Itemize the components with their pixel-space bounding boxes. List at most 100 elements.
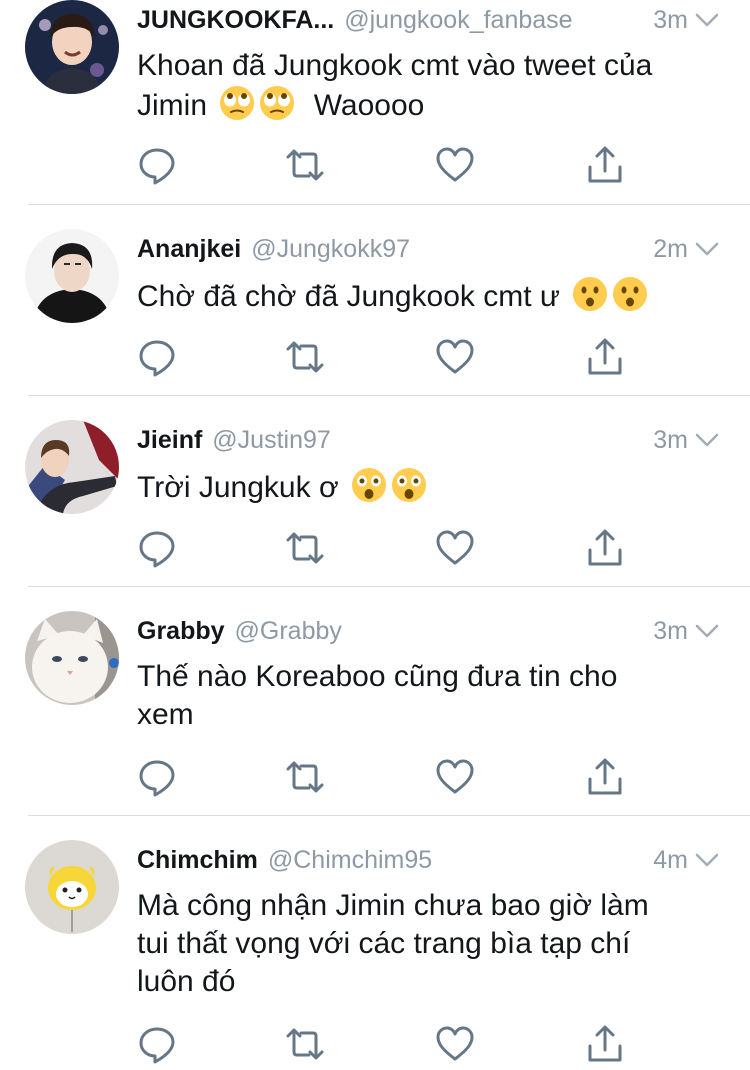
eye-roll-emoji-icon [220,86,255,120]
chevron-down-icon[interactable] [694,847,720,873]
like-button[interactable] [435,1024,475,1064]
tweet-text: Thế nào Koreaboo cũng đưa tin cho xem [137,658,717,734]
astonished-face-emoji-icon [351,468,386,502]
tweet-text: Trời Jungkuk ơ [137,467,717,507]
tweet-1[interactable]: JUNGKOOKFA... @jungkook_fanbase 3m Khoan… [0,0,750,205]
share-icon [588,529,622,566]
display-name[interactable]: Ananjkei [137,235,241,264]
tweet-5[interactable]: Chimchim @Chimchim95 4m Mà công nhận Jim… [0,840,750,1070]
tweet-text-line: Chờ đã chờ đã Jungkook cmt ư [137,276,717,316]
tweet-header: Chimchim @Chimchim95 4m [137,840,720,880]
tweet-actions [137,337,637,377]
avatar-grabby[interactable] [25,611,119,705]
tweet-4[interactable]: Grabby @Grabby 3m Thế nào Koreaboo cũng … [0,611,750,816]
tweet-2[interactable]: Ananjkei @Jungkokk97 2m Chờ đã chờ đã Ju… [0,229,750,395]
tweet-divider [28,395,750,396]
like-button[interactable] [435,337,475,377]
display-name[interactable]: JUNGKOOKFA... [137,6,334,35]
avatar-chimchim[interactable] [25,840,119,934]
reply-button[interactable] [137,1024,177,1064]
tweet-header: JUNGKOOKFA... @jungkook_fanbase 3m [137,0,720,40]
reply-button[interactable] [137,337,177,377]
tweet-text: Chờ đã chờ đã Jungkook cmt ư [137,276,717,316]
avatar-jieinf[interactable] [25,420,119,514]
timestamp[interactable]: 4m [653,846,688,875]
tweet-divider [28,815,750,816]
like-button[interactable] [435,145,475,185]
heart-icon [436,339,474,374]
reply-icon [139,1027,175,1064]
retweet-button[interactable] [285,337,325,377]
chevron-down-icon[interactable] [694,618,720,644]
timestamp[interactable]: 2m [653,235,688,264]
user-handle[interactable]: @Grabby [235,617,646,646]
share-button[interactable] [585,528,625,568]
reply-icon [139,148,175,185]
retweet-button[interactable] [285,145,325,185]
tweet-text: Mà công nhận Jimin chưa bao giờ làm tui … [137,887,717,1001]
retweet-button[interactable] [285,528,325,568]
display-name[interactable]: Grabby [137,617,225,646]
reply-button[interactable] [137,145,177,185]
tweet-text-fragment: Jimin [137,89,208,122]
tweet-text-line: Thế nào Koreaboo cũng đưa tin cho [137,660,618,693]
heart-icon [436,147,474,182]
display-name[interactable]: Chimchim [137,846,258,875]
heart-icon [436,759,474,794]
chevron-down-icon[interactable] [694,236,720,262]
share-icon [588,758,622,795]
user-handle[interactable]: @Justin97 [212,426,645,455]
chevron-down-icon[interactable] [694,7,720,33]
jungkook-avatar-icon [25,0,119,94]
heart-icon [436,530,474,565]
tweet-actions [137,528,637,568]
pointing-boy-avatar-icon [25,420,119,514]
tweet-text-fragment: Waoooo [313,89,425,122]
timestamp[interactable]: 3m [653,426,688,455]
share-button[interactable] [585,757,625,797]
tweet-3[interactable]: Jieinf @Justin97 3m Trời Jungkuk ơ [0,420,750,586]
tweet-actions [137,145,637,185]
reply-icon [139,531,175,568]
white-cat-avatar-icon [25,611,119,705]
hushed-face-emoji-icon [573,277,608,311]
chevron-down-icon[interactable] [694,427,720,453]
share-button[interactable] [585,1024,625,1064]
tweet-text-line: Mà công nhận Jimin chưa bao giờ làm [137,889,649,922]
reply-button[interactable] [137,528,177,568]
tweet-divider [28,586,750,587]
tweet-text-fragment: Trời Jungkuk ơ [137,471,339,504]
like-button[interactable] [435,757,475,797]
retweet-icon [286,532,324,564]
user-handle[interactable]: @jungkook_fanbase [344,6,645,35]
tweet-header: Jieinf @Justin97 3m [137,420,720,460]
user-handle[interactable]: @Jungkokk97 [251,235,645,264]
hushed-face-emoji-icon [613,277,648,311]
tweet-text-line: luôn đó [137,965,236,998]
tweet-header: Grabby @Grabby 3m [137,611,720,651]
display-name[interactable]: Jieinf [137,426,202,455]
user-handle[interactable]: @Chimchim95 [268,846,645,875]
share-icon [588,338,622,375]
timestamp[interactable]: 3m [653,6,688,35]
share-icon [588,146,622,183]
retweet-button[interactable] [285,757,325,797]
avatar-jungkook-fanbase[interactable] [25,0,119,94]
tweet-text-line: Trời Jungkuk ơ [137,467,717,507]
share-button[interactable] [585,337,625,377]
tweet-actions [137,1024,637,1064]
chimmy-plush-avatar-icon [25,840,119,934]
reply-button[interactable] [137,757,177,797]
tweet-header: Ananjkei @Jungkokk97 2m [137,229,720,269]
eye-roll-emoji-icon [260,86,295,120]
tweet-text-fragment: Chờ đã chờ đã Jungkook cmt ư [137,280,560,313]
retweet-icon [286,341,324,373]
tweet-text-line: Jimin Waoooo [137,85,717,125]
hoodie-boy-avatar-icon [25,229,119,323]
retweet-button[interactable] [285,1024,325,1064]
like-button[interactable] [435,528,475,568]
share-button[interactable] [585,145,625,185]
reply-icon [139,340,175,377]
timestamp[interactable]: 3m [653,617,688,646]
avatar-ananjkei[interactable] [25,229,119,323]
